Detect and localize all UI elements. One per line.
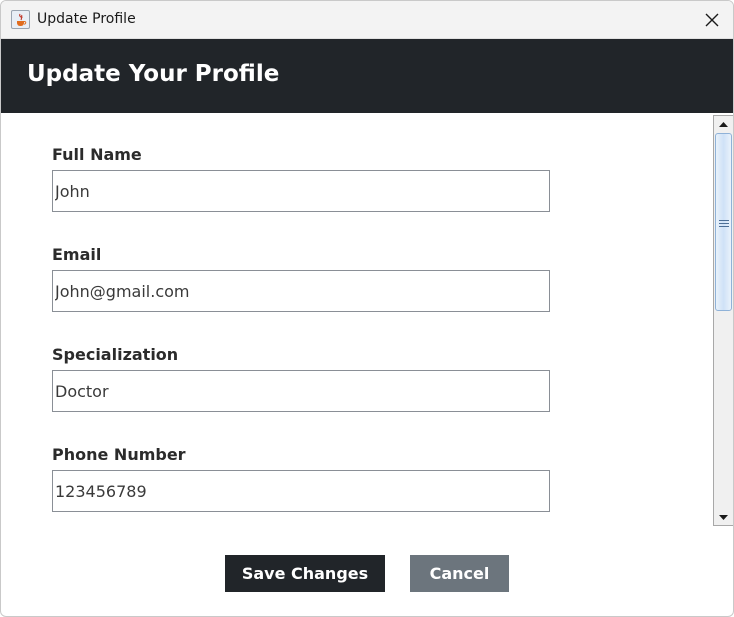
update-profile-window: Update Profile Update Your Profile Full …	[0, 0, 734, 617]
page-header: Update Your Profile	[1, 39, 733, 113]
arrow-down-icon	[719, 514, 728, 520]
phone-number-label: Phone Number	[52, 445, 186, 464]
save-changes-button[interactable]: Save Changes	[225, 555, 385, 592]
arrow-up-icon	[719, 121, 728, 127]
java-app-icon	[11, 10, 30, 29]
cancel-button[interactable]: Cancel	[410, 555, 509, 592]
form-panel: Full Name Email Specialization Phone Num…	[1, 113, 713, 528]
specialization-field[interactable]	[52, 370, 550, 412]
scroll-thumb[interactable]	[715, 133, 732, 311]
close-icon	[705, 13, 719, 27]
title-bar[interactable]: Update Profile	[1, 1, 733, 39]
specialization-label: Specialization	[52, 345, 179, 364]
full-name-field[interactable]	[52, 170, 550, 212]
scroll-up-button[interactable]	[714, 116, 733, 132]
window-title: Update Profile	[37, 11, 136, 27]
phone-number-field[interactable]	[52, 470, 550, 512]
scroll-down-button[interactable]	[714, 509, 733, 525]
email-field[interactable]	[52, 270, 550, 312]
grip-icon	[719, 220, 729, 227]
close-button[interactable]	[689, 1, 733, 39]
email-label: Email	[52, 245, 102, 264]
page-title: Update Your Profile	[27, 61, 280, 87]
vertical-scrollbar[interactable]	[713, 115, 733, 526]
full-name-label: Full Name	[52, 145, 142, 164]
